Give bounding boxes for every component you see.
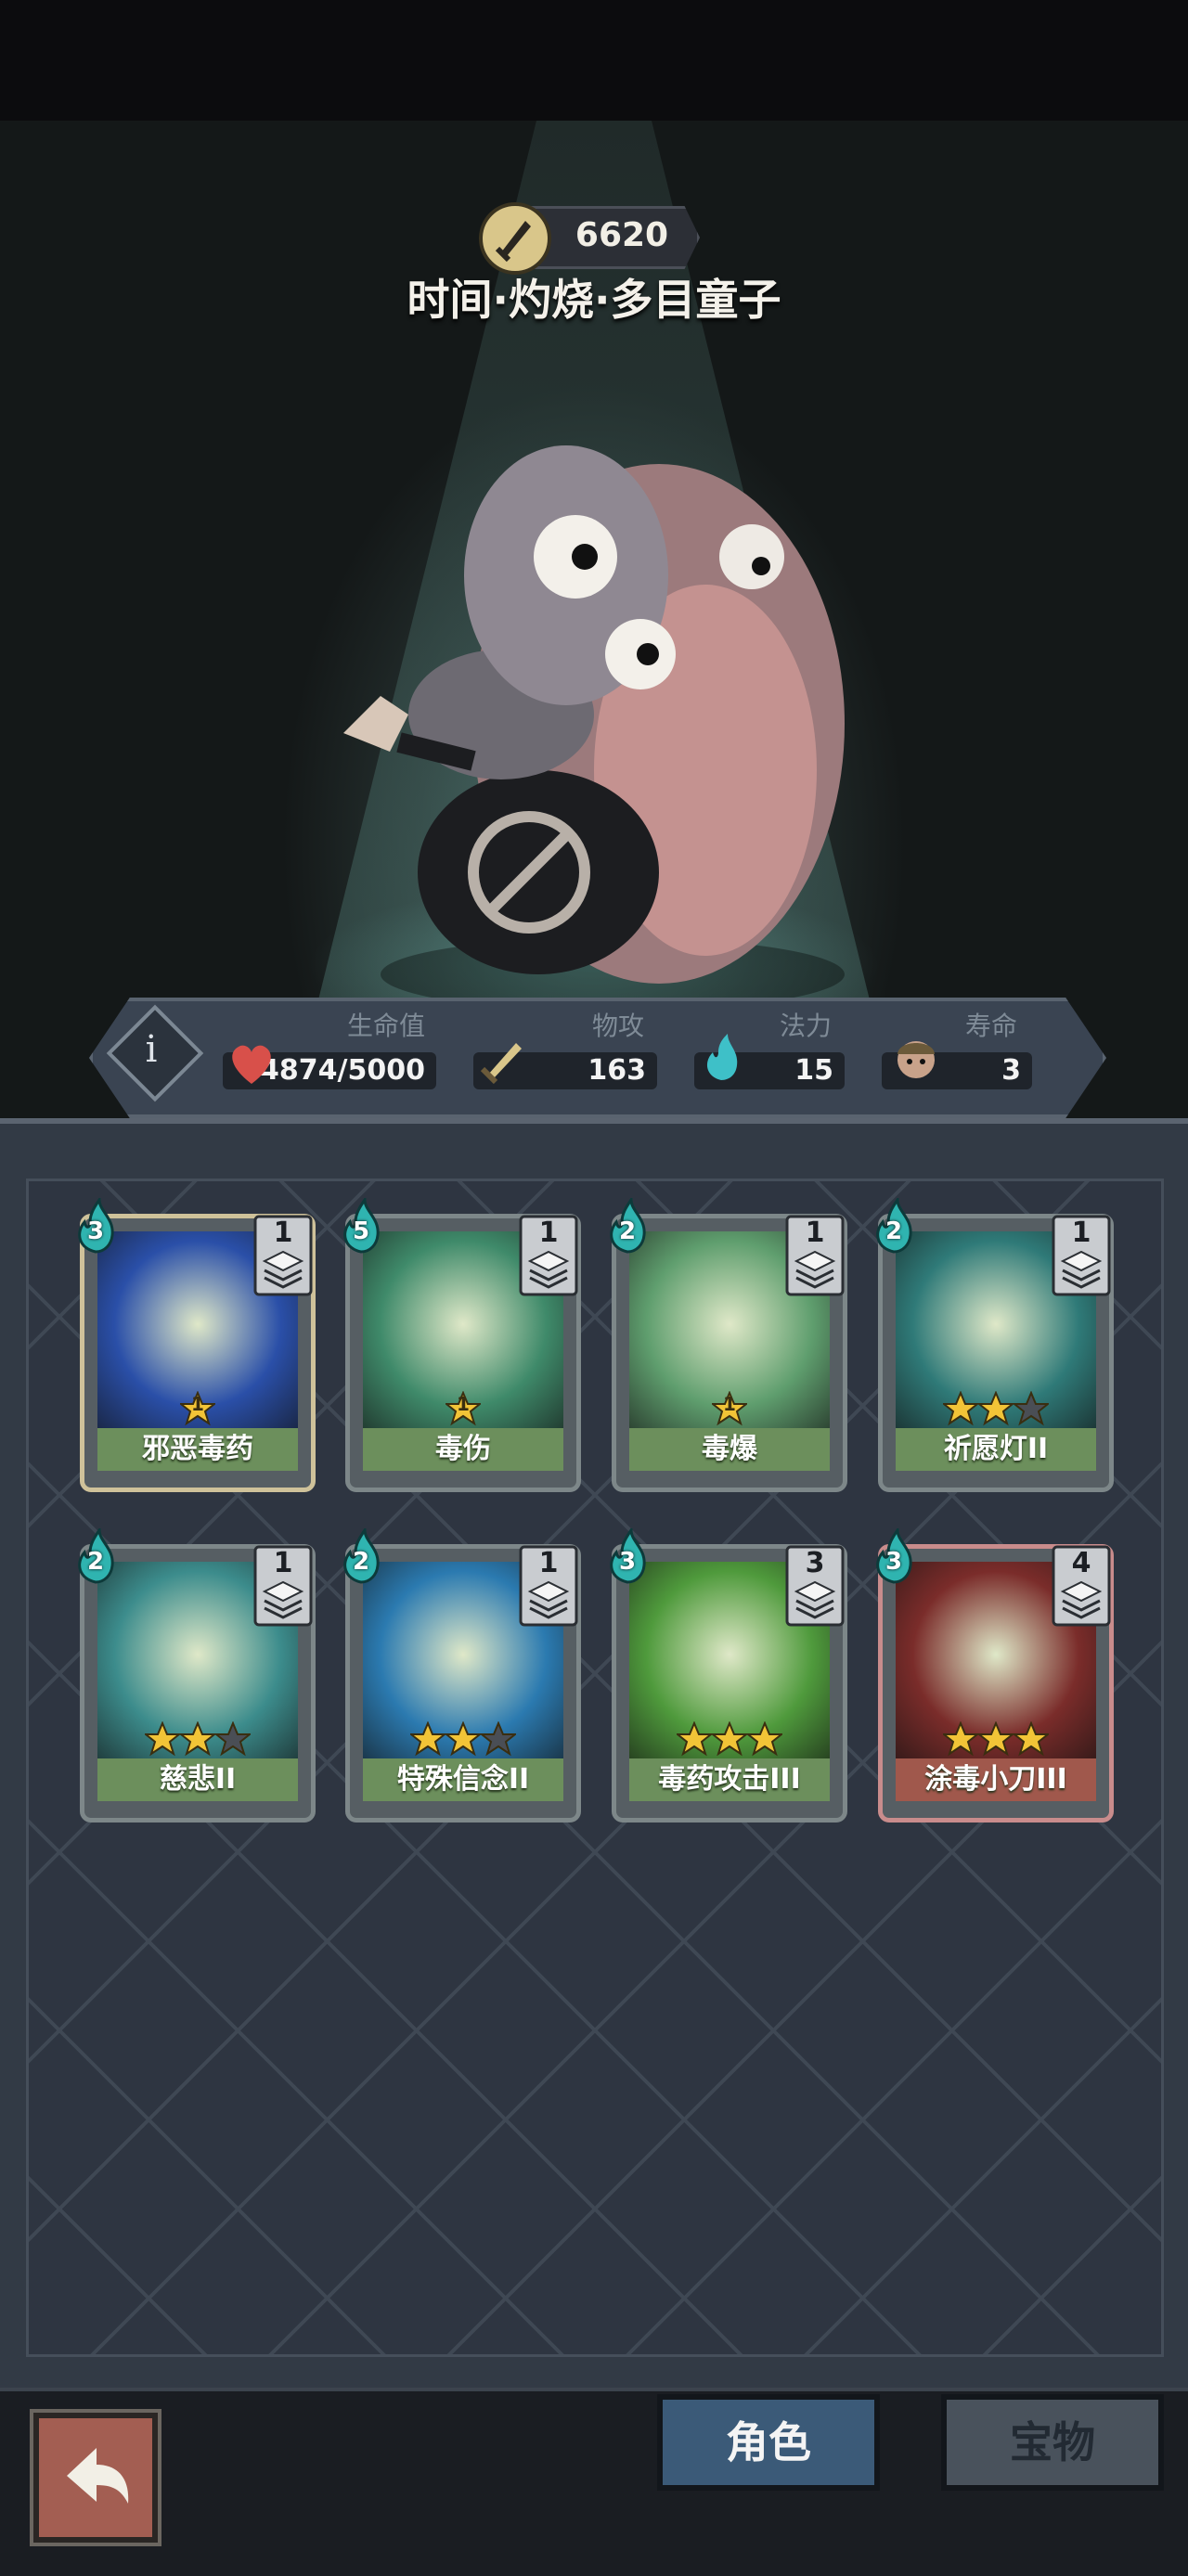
flame-icon: [706, 1034, 738, 1080]
card-count: 1: [538, 1217, 559, 1249]
star-filled-icon: [712, 1721, 747, 1760]
card-count: 4: [1071, 1547, 1091, 1579]
star-filled-icon: [677, 1721, 712, 1760]
life-label: 寿命: [965, 1011, 1018, 1041]
level-star-icon: 1: [180, 1391, 215, 1430]
card-rating: [896, 1721, 1096, 1762]
card-name: 毒爆: [629, 1428, 830, 1471]
card-cost: 2: [885, 1217, 903, 1245]
creature-illustration: [343, 445, 845, 1011]
star-empty-icon: [1014, 1391, 1049, 1430]
level-star-icon: 1: [446, 1391, 481, 1430]
power-value: 6620: [575, 216, 669, 254]
star-filled-icon: [1014, 1721, 1049, 1760]
level-star-icon: 1: [712, 1391, 747, 1430]
card-level: 1: [723, 1393, 736, 1415]
card-count: 3: [805, 1547, 825, 1579]
card-level: 1: [457, 1393, 470, 1415]
star-filled-icon: [747, 1721, 782, 1760]
star-filled-icon: [180, 1721, 215, 1760]
star-filled-icon: [446, 1721, 481, 1760]
card-cost: 3: [618, 1548, 637, 1576]
card-name: 祈愿灯II: [896, 1428, 1096, 1471]
star-empty-icon: [481, 1721, 516, 1760]
hp-label: 生命值: [347, 1011, 426, 1041]
card-rating: [97, 1721, 298, 1762]
card-level: 1: [191, 1393, 204, 1415]
skill-card[interactable]: 1 毒爆 2 1: [610, 1198, 847, 1492]
card-count: 1: [1071, 1217, 1091, 1249]
heart-icon: [232, 1045, 271, 1084]
card-cost: 5: [352, 1217, 370, 1245]
card-count: 1: [538, 1547, 559, 1579]
return-arrow-icon: [67, 2448, 129, 2504]
star-filled-icon: [943, 1391, 978, 1430]
card-cost: 2: [86, 1548, 105, 1576]
tab-role[interactable]: 角色: [657, 2394, 880, 2491]
card-name: 邪恶毒药: [97, 1428, 298, 1471]
skill-card[interactable]: 毒药攻击III 3 3: [610, 1528, 847, 1823]
star-filled-icon: [410, 1721, 446, 1760]
tab-treasure[interactable]: 宝物: [941, 2394, 1164, 2491]
back-button[interactable]: [30, 2409, 161, 2546]
card-name: 涂毒小刀III: [896, 1758, 1096, 1801]
skill-card[interactable]: 1 毒伤 5 1: [343, 1198, 581, 1492]
card-name: 毒伤: [363, 1428, 563, 1471]
card-rating: 1: [363, 1391, 563, 1432]
star-filled-icon: [943, 1721, 978, 1760]
hero-name: 时间·灼烧·多目童子: [407, 275, 781, 325]
card-rating: [363, 1721, 563, 1762]
sword-badge-icon: [479, 202, 551, 275]
card-cost: 3: [86, 1217, 105, 1245]
card-name: 慈悲II: [97, 1758, 298, 1801]
face-icon: [897, 1041, 935, 1078]
card-rating: [896, 1391, 1096, 1432]
hero-display: 6620 时间·灼烧·多目童子: [0, 121, 1188, 1123]
card-count: 1: [273, 1547, 293, 1579]
card-rating: 1: [629, 1391, 830, 1432]
card-cost: 3: [885, 1548, 903, 1576]
card-rating: [629, 1721, 830, 1762]
skill-card[interactable]: 涂毒小刀III 3 4: [876, 1528, 1114, 1823]
card-rating: 1: [97, 1391, 298, 1432]
card-cost: 2: [352, 1548, 370, 1576]
skill-card[interactable]: 1 邪恶毒药 3 1: [78, 1198, 316, 1492]
star-filled-icon: [978, 1391, 1014, 1430]
star-empty-icon: [215, 1721, 251, 1760]
mana-label: 法力: [780, 1011, 833, 1041]
skill-card[interactable]: 祈愿灯II 2 1: [876, 1198, 1114, 1492]
card-count: 1: [805, 1217, 825, 1249]
card-name: 毒药攻击III: [629, 1758, 830, 1801]
star-filled-icon: [145, 1721, 180, 1760]
skill-card[interactable]: 特殊信念II 2 1: [343, 1528, 581, 1823]
info-icon: i: [145, 1028, 158, 1071]
card-name: 特殊信念II: [363, 1758, 563, 1801]
card-count: 1: [273, 1217, 293, 1249]
star-filled-icon: [978, 1721, 1014, 1760]
sword-icon: [480, 1043, 522, 1085]
card-cost: 2: [618, 1217, 637, 1245]
atk-label: 物攻: [592, 1011, 645, 1041]
skill-card[interactable]: 慈悲II 2 1: [78, 1528, 316, 1823]
